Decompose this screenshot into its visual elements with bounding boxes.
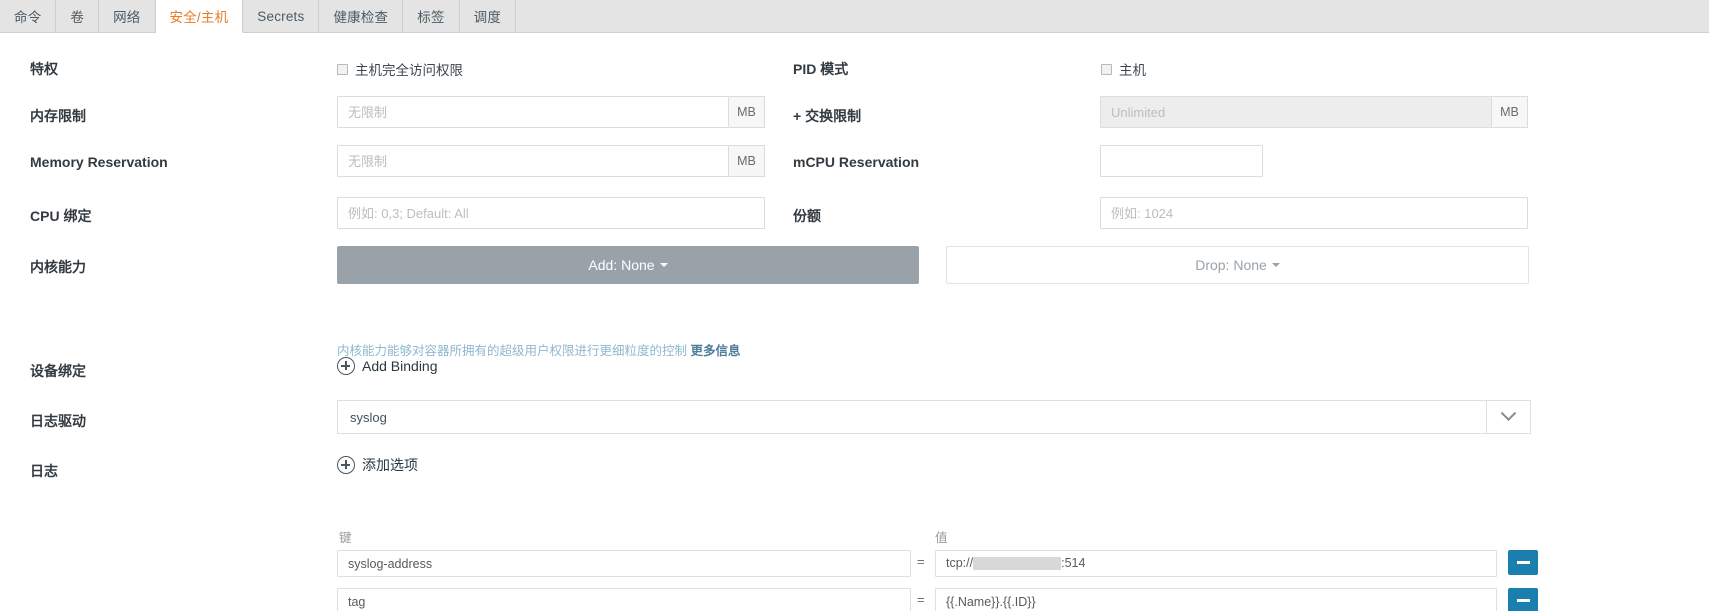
privileged-checkbox-group[interactable]: 主机完全访问权限 bbox=[337, 59, 463, 79]
log-option-value-input[interactable] bbox=[935, 588, 1497, 611]
capability-drop-dropdown[interactable]: Drop: None bbox=[946, 246, 1529, 284]
redacted-host-block bbox=[973, 557, 1062, 570]
privileged-checkbox[interactable] bbox=[337, 63, 348, 75]
mcpu-reservation-input[interactable] bbox=[1100, 145, 1263, 177]
tab-security-host[interactable]: 安全/主机 bbox=[155, 0, 244, 33]
capability-drop-label: Drop: None bbox=[1195, 257, 1267, 273]
add-option-label: 添加选项 bbox=[362, 457, 418, 473]
cpu-binding-input[interactable] bbox=[337, 197, 765, 229]
remove-log-option-button[interactable] bbox=[1508, 550, 1538, 575]
swap-limit-label: + 交换限制 bbox=[793, 108, 862, 124]
memory-limit-label: 内存限制 bbox=[30, 108, 86, 124]
shares-label: 份额 bbox=[793, 208, 821, 224]
add-binding-button[interactable]: Add Binding bbox=[337, 357, 438, 375]
add-option-button[interactable]: 添加选项 bbox=[337, 455, 418, 475]
swap-limit-input[interactable] bbox=[1100, 96, 1492, 128]
caret-down-icon bbox=[659, 263, 668, 267]
capabilities-more-info-link[interactable]: 更多信息 bbox=[691, 344, 741, 358]
tab-commands[interactable]: 命令 bbox=[0, 0, 57, 32]
equals-sign: = bbox=[917, 554, 925, 569]
tab-secrets[interactable]: Secrets bbox=[243, 0, 320, 32]
tab-health-check[interactable]: 健康检查 bbox=[319, 0, 404, 32]
equals-sign: = bbox=[917, 592, 925, 607]
log-driver-value[interactable]: syslog bbox=[337, 400, 1487, 434]
log-option-value-prefix: tcp:// bbox=[946, 556, 974, 570]
privileged-checkbox-label: 主机完全访问权限 bbox=[355, 63, 463, 78]
capability-add-dropdown[interactable]: Add: None bbox=[337, 246, 919, 284]
log-driver-select[interactable]: syslog bbox=[337, 400, 1531, 434]
log-option-key-input[interactable] bbox=[337, 550, 911, 577]
privileged-label: 特权 bbox=[30, 61, 58, 77]
pid-mode-checkbox-label: 主机 bbox=[1119, 63, 1146, 78]
capabilities-help-body: 内核能力能够对容器所拥有的超级用户权限进行更细粒度的控制 bbox=[337, 344, 688, 358]
pid-mode-checkbox[interactable] bbox=[1101, 63, 1112, 75]
tab-volumes[interactable]: 卷 bbox=[56, 0, 100, 32]
settings-tab-bar: 命令 卷 网络 安全/主机 Secrets 健康检查 标签 调度 bbox=[0, 0, 1709, 33]
memory-limit-input[interactable] bbox=[337, 96, 729, 128]
log-driver-label: 日志驱动 bbox=[30, 413, 86, 429]
tab-scheduling[interactable]: 调度 bbox=[459, 0, 517, 32]
remove-log-option-button[interactable] bbox=[1508, 588, 1538, 611]
memory-reservation-unit: MB bbox=[729, 145, 765, 177]
pid-mode-checkbox-group[interactable]: 主机 bbox=[1101, 59, 1146, 79]
plus-circle-icon bbox=[337, 456, 355, 474]
value-column-header: 值 bbox=[935, 531, 948, 545]
logging-label: 日志 bbox=[30, 463, 58, 479]
add-binding-label: Add Binding bbox=[362, 358, 438, 374]
swap-limit-unit: MB bbox=[1492, 96, 1528, 128]
cpu-binding-label: CPU 绑定 bbox=[30, 208, 92, 224]
key-column-header: 键 bbox=[339, 531, 352, 545]
device-binding-label: 设备绑定 bbox=[30, 363, 86, 379]
capability-add-label: Add: None bbox=[588, 257, 655, 273]
security-host-settings-page: 命令 卷 网络 安全/主机 Secrets 健康检查 标签 调度 特权 主机完全… bbox=[0, 0, 1709, 611]
tab-labels[interactable]: 标签 bbox=[403, 0, 460, 32]
pid-mode-label: PID 模式 bbox=[793, 61, 849, 77]
shares-input[interactable] bbox=[1100, 197, 1528, 229]
kernel-capabilities-label: 内核能力 bbox=[30, 259, 86, 275]
memory-limit-unit: MB bbox=[729, 96, 765, 128]
memory-reservation-input[interactable] bbox=[337, 145, 729, 177]
log-option-key-input[interactable] bbox=[337, 588, 911, 611]
log-option-value-input[interactable]: tcp:// :514 bbox=[935, 550, 1497, 577]
chevron-down-icon[interactable] bbox=[1487, 400, 1531, 434]
memory-reservation-label: Memory Reservation bbox=[30, 154, 168, 170]
log-option-value-suffix: :514 bbox=[1061, 556, 1086, 570]
mcpu-reservation-label: mCPU Reservation bbox=[793, 154, 920, 170]
caret-down-icon bbox=[1271, 263, 1280, 267]
tab-network[interactable]: 网络 bbox=[99, 0, 156, 32]
plus-circle-icon bbox=[337, 357, 355, 375]
